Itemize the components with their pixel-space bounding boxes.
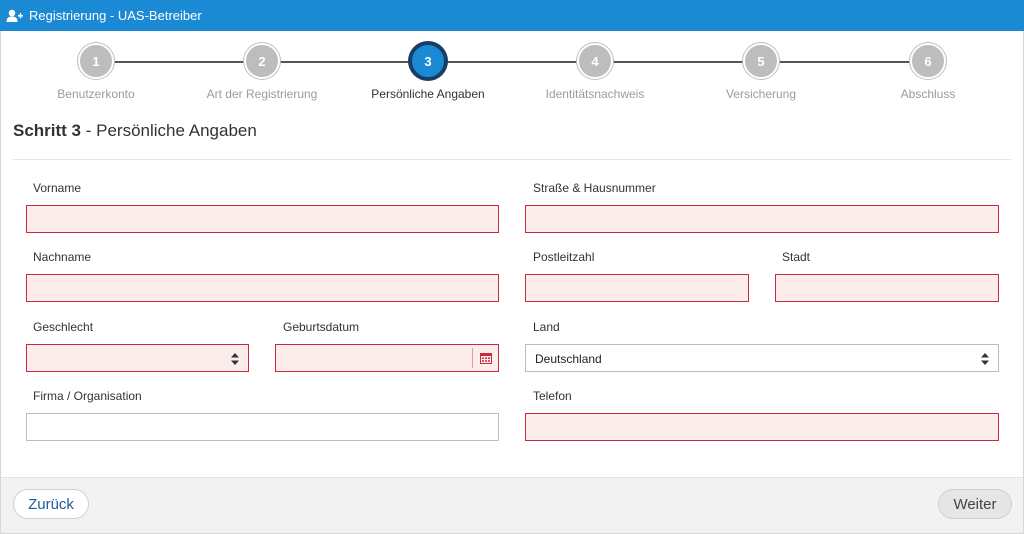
- step-2: 2 Art der Registrierung: [182, 43, 342, 101]
- vorname-label: Vorname: [33, 181, 82, 195]
- section-heading: - Persönliche Angaben: [81, 121, 257, 140]
- strasse-field[interactable]: [525, 205, 999, 233]
- telefon-label: Telefon: [533, 389, 572, 403]
- step-label: Versicherung: [725, 87, 797, 101]
- step-3: 3 Persönliche Angaben: [348, 43, 508, 101]
- step-label: Benutzerkonto: [57, 87, 135, 101]
- geburtsdatum-field[interactable]: [275, 344, 499, 372]
- nachname-field[interactable]: [26, 274, 499, 302]
- select-arrows-icon: [981, 352, 989, 365]
- stadt-field[interactable]: [775, 274, 999, 302]
- step-heading: Schritt 3: [13, 121, 82, 140]
- step-number: 6: [910, 43, 946, 79]
- step-6: 6 Abschluss: [848, 43, 1008, 101]
- geburtsdatum-label: Geburtsdatum: [283, 320, 360, 334]
- step-number: 5: [743, 43, 779, 79]
- telefon-field[interactable]: [525, 413, 999, 441]
- plz-field[interactable]: [525, 274, 749, 302]
- step-number: 2: [244, 43, 280, 79]
- page-title: Schritt 3 - Persönliche Angaben: [13, 121, 257, 141]
- step-4: 4 Identitätsnachweis: [515, 43, 675, 101]
- stadt-label: Stadt: [782, 250, 811, 264]
- vorname-field[interactable]: [26, 205, 499, 233]
- step-number: 3: [410, 43, 446, 79]
- calendar-icon[interactable]: [472, 348, 498, 368]
- step-label: Identitätsnachweis: [545, 87, 645, 101]
- step-number: 1: [78, 43, 114, 79]
- next-button[interactable]: Weiter: [938, 489, 1012, 519]
- dialog-footer: Zurück Weiter: [1, 477, 1023, 533]
- step-label: Art der Registrierung: [206, 87, 318, 101]
- land-label: Land: [533, 320, 560, 334]
- geschlecht-select[interactable]: [26, 344, 249, 372]
- geschlecht-label: Geschlecht: [33, 320, 94, 334]
- land-value: Deutschland: [535, 352, 602, 366]
- back-button[interactable]: Zurück: [13, 489, 89, 519]
- progress-stepper: 1 Benutzerkonto 2 Art der Registrierung …: [0, 43, 1024, 113]
- step-label: Abschluss: [900, 87, 956, 101]
- add-user-icon: [6, 9, 24, 23]
- step-label: Persönliche Angaben: [371, 87, 485, 101]
- window-titlebar: Registrierung - UAS-Betreiber: [0, 0, 1024, 31]
- step-number: 4: [577, 43, 613, 79]
- land-select[interactable]: Deutschland: [525, 344, 999, 372]
- firma-field[interactable]: [26, 413, 499, 441]
- plz-label: Postleitzahl: [533, 250, 595, 264]
- step-1: 1 Benutzerkonto: [16, 43, 176, 101]
- strasse-label: Straße & Hausnummer: [533, 181, 656, 195]
- step-5: 5 Versicherung: [681, 43, 841, 101]
- nachname-label: Nachname: [33, 250, 92, 264]
- window-title: Registrierung - UAS-Betreiber: [29, 8, 202, 23]
- firma-label: Firma / Organisation: [33, 389, 142, 403]
- divider: [13, 159, 1011, 160]
- select-arrows-icon: [231, 352, 239, 365]
